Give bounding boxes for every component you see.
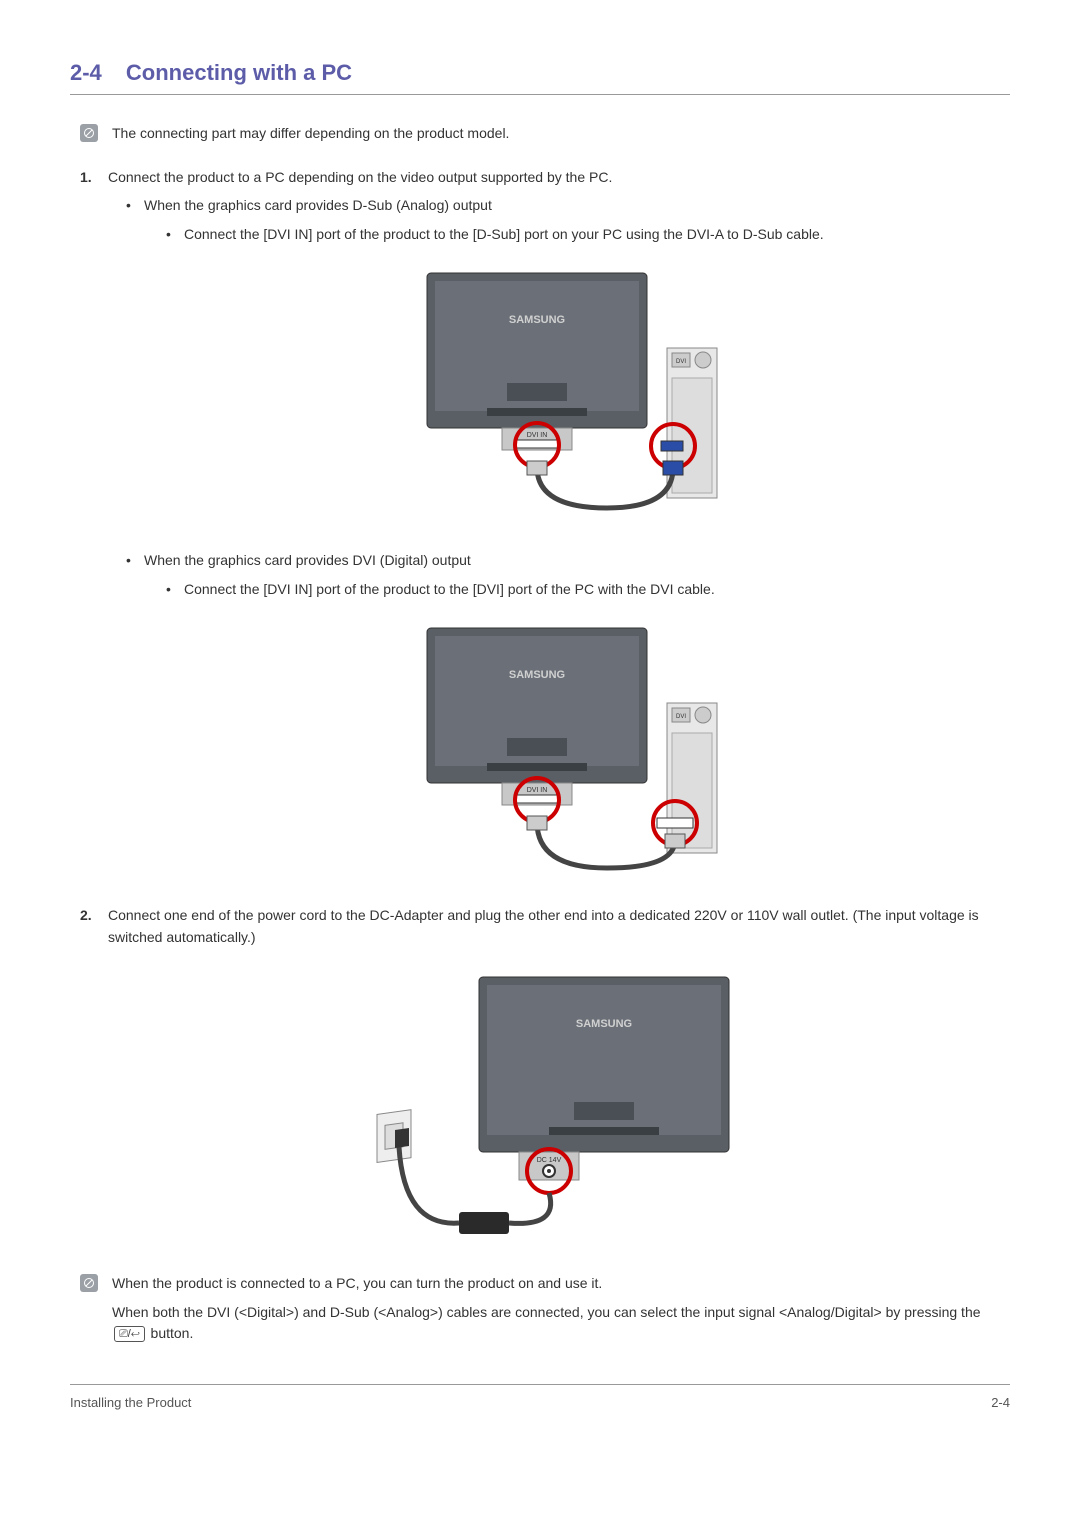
figure-dvi: SAMSUNG DVI IN DVI — [144, 618, 1010, 878]
dsub-detail: Connect the [DVI IN] port of the product… — [166, 223, 1010, 245]
figure-power: SAMSUNG DC 14V — [108, 967, 1010, 1247]
dvi-card-label: DVI — [676, 359, 686, 365]
dsub-case: When the graphics card provides D-Sub (A… — [126, 194, 1010, 523]
dvi-in-label: DVI IN — [527, 432, 548, 439]
dvi-in-label: DVI IN — [527, 787, 548, 794]
note-icon — [80, 124, 98, 142]
dvi-title: When the graphics card provides DVI (Dig… — [144, 552, 471, 568]
diagram-dvi: SAMSUNG DVI IN DVI — [417, 618, 737, 878]
step-2: Connect one end of the power cord to the… — [80, 904, 1010, 1247]
dvi-card-label: DVI — [676, 714, 686, 720]
dc-label: DC 14V — [537, 1157, 562, 1164]
footer-right: 2-4 — [991, 1395, 1010, 1410]
source-button-icon: ⎚/↩ — [114, 1326, 145, 1342]
step-1: Connect the product to a PC depending on… — [80, 166, 1010, 878]
note-text: The connecting part may differ depending… — [112, 123, 509, 144]
note-2-line2a: When both the DVI (<Digital>) and D-Sub … — [112, 1304, 981, 1320]
brand-label: SAMSUNG — [576, 1018, 632, 1030]
diagram-power: SAMSUNG DC 14V — [359, 967, 759, 1247]
dvi-case: When the graphics card provides DVI (Dig… — [126, 549, 1010, 878]
step-2-text: Connect one end of the power cord to the… — [108, 907, 979, 945]
brand-label: SAMSUNG — [509, 669, 565, 681]
step-1-text: Connect the product to a PC depending on… — [108, 169, 612, 185]
brand-label: SAMSUNG — [509, 314, 565, 326]
dsub-title: When the graphics card provides D-Sub (A… — [144, 197, 492, 213]
note-block: The connecting part may differ depending… — [80, 123, 1010, 144]
figure-dsub: SAMSUNG DVI IN DVI — [144, 263, 1010, 523]
diagram-dsub: SAMSUNG DVI IN DVI — [417, 263, 737, 523]
note-2-text: When the product is connected to a PC, y… — [112, 1273, 1010, 1344]
dvi-detail: Connect the [DVI IN] port of the product… — [166, 578, 1010, 600]
section-number: 2-4 — [70, 60, 102, 85]
section-title: Connecting with a PC — [126, 60, 352, 85]
note-block-2: When the product is connected to a PC, y… — [80, 1273, 1010, 1344]
note-icon — [80, 1274, 98, 1292]
note-2-line1: When the product is connected to a PC, y… — [112, 1273, 1010, 1294]
section-heading: 2-4 Connecting with a PC — [70, 60, 1010, 95]
steps-list: Connect the product to a PC depending on… — [80, 166, 1010, 1247]
footer-left: Installing the Product — [70, 1395, 191, 1410]
note-2-line2b: button. — [151, 1325, 194, 1341]
note-2-line2: When both the DVI (<Digital>) and D-Sub … — [112, 1302, 1010, 1344]
page-footer: Installing the Product 2-4 — [70, 1384, 1010, 1410]
